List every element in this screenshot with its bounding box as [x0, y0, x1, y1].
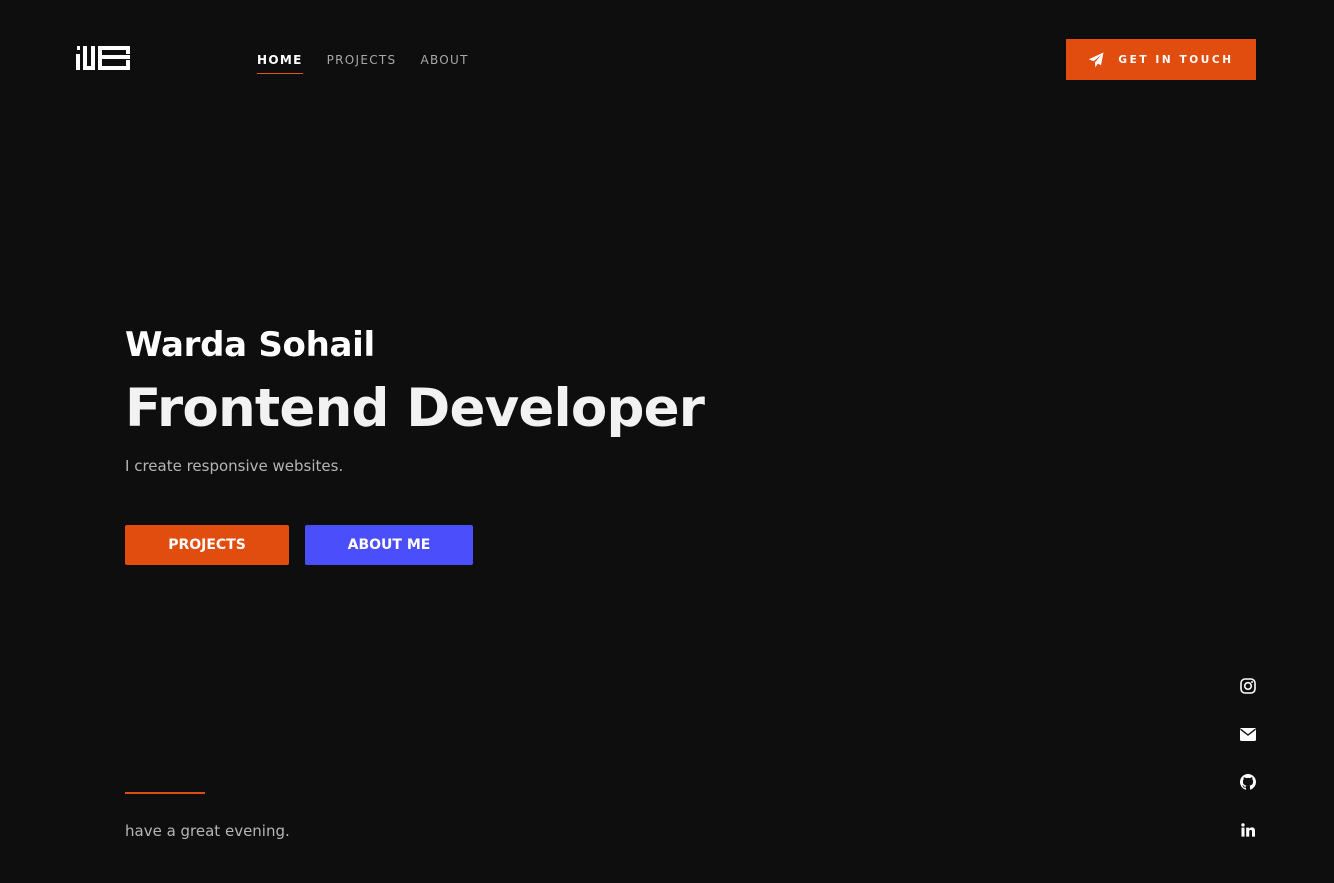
- page: HOME PROJECTS ABOUT GET IN TOUCH Warda S…: [0, 0, 1334, 883]
- main-nav: HOME PROJECTS ABOUT: [257, 53, 493, 74]
- hero-role: Frontend Developer: [125, 378, 705, 439]
- get-in-touch-label: GET IN TOUCH: [1118, 53, 1234, 66]
- linkedin-link[interactable]: [1238, 820, 1258, 840]
- instagram-icon: [1240, 678, 1256, 694]
- paper-plane-icon: [1089, 52, 1104, 67]
- greeting-text: have a great evening.: [125, 822, 290, 840]
- email-link[interactable]: [1238, 724, 1258, 744]
- linkedin-icon: [1241, 823, 1255, 837]
- instagram-link[interactable]: [1238, 676, 1258, 696]
- accent-divider: [125, 792, 205, 794]
- hero-tagline: I create responsive websites.: [125, 457, 344, 475]
- nav-about[interactable]: ABOUT: [420, 53, 468, 73]
- about-me-button[interactable]: ABOUT ME: [305, 525, 473, 565]
- github-icon: [1240, 774, 1256, 790]
- email-icon: [1240, 727, 1256, 741]
- get-in-touch-button[interactable]: GET IN TOUCH: [1066, 39, 1256, 80]
- hero-name: Warda Sohail: [125, 325, 375, 365]
- projects-button[interactable]: PROJECTS: [125, 525, 289, 565]
- github-link[interactable]: [1238, 772, 1258, 792]
- nav-projects[interactable]: PROJECTS: [327, 53, 397, 73]
- site-logo[interactable]: [76, 44, 130, 70]
- nav-home[interactable]: HOME: [257, 53, 303, 74]
